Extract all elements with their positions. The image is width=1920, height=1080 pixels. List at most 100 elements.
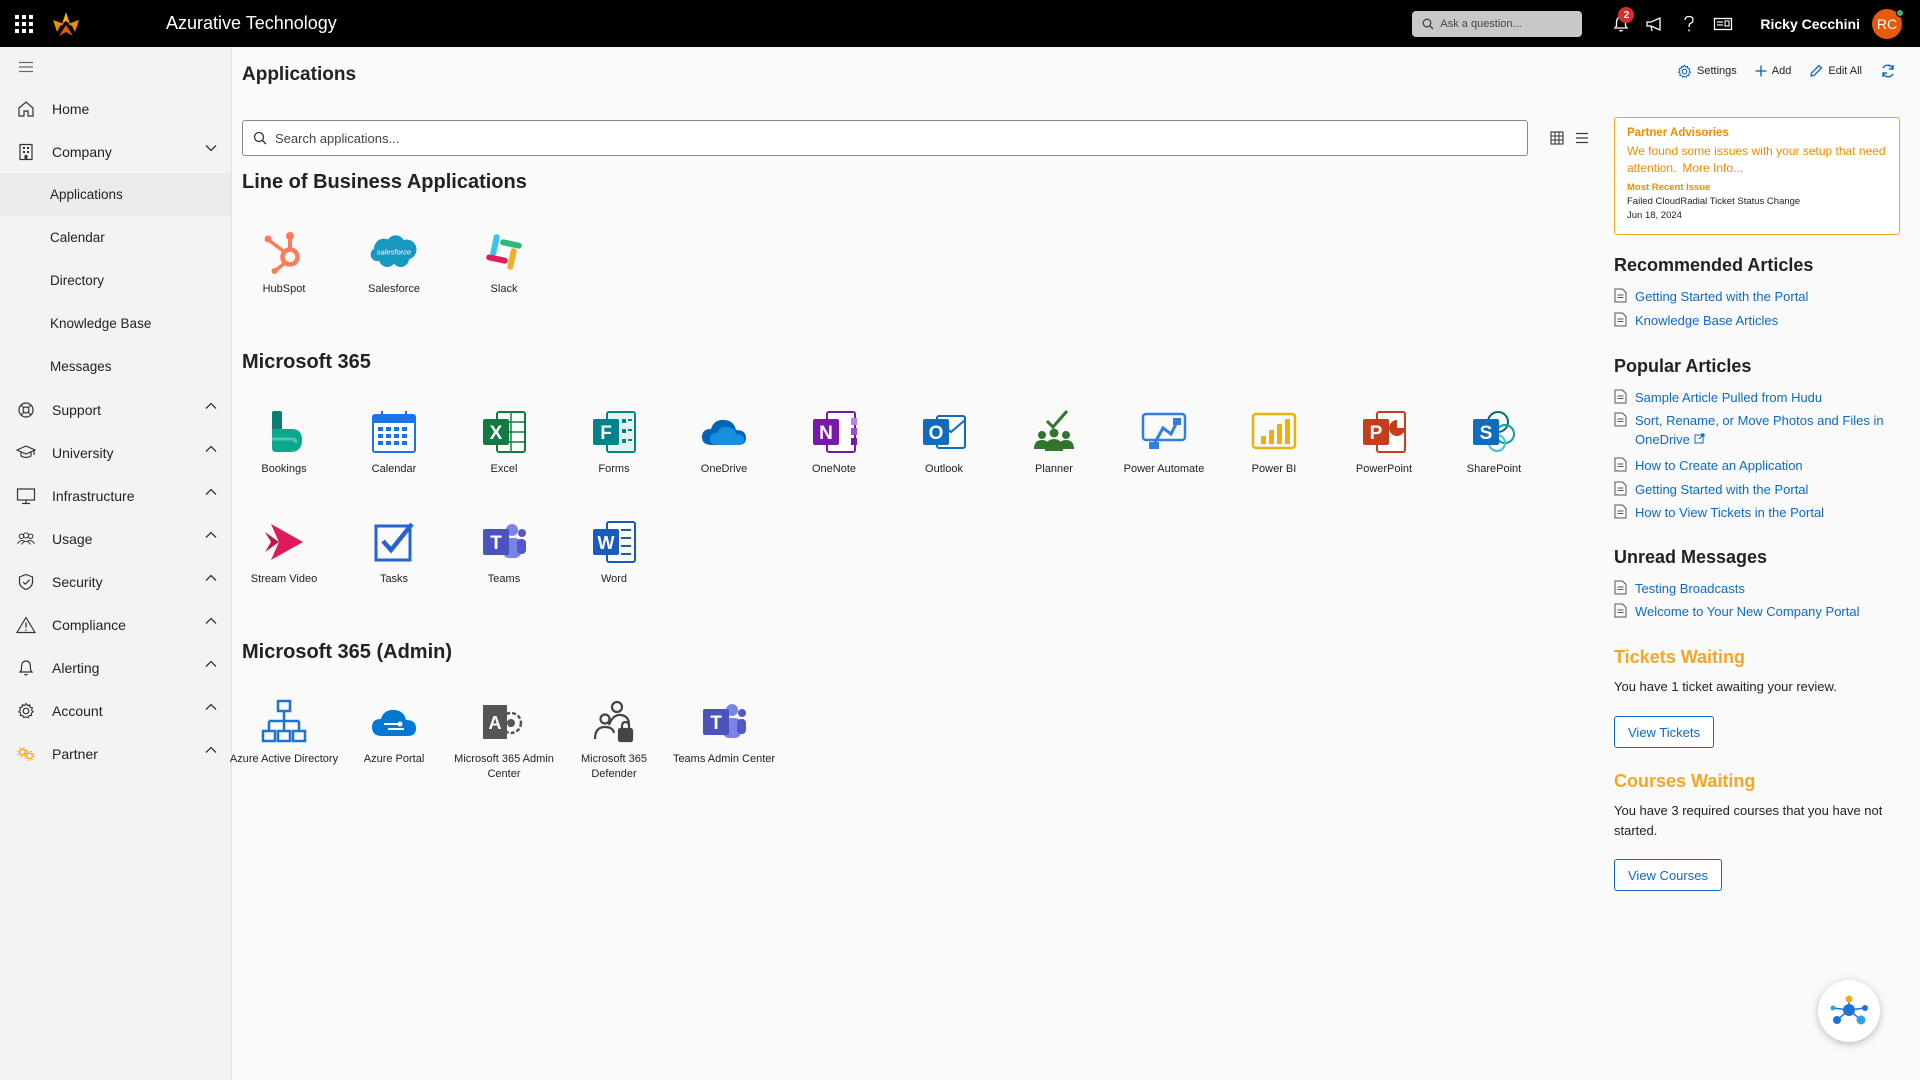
app-tile-teams-admin-center[interactable]: T Teams Admin Center <box>669 697 779 797</box>
sidebar-item-alerting[interactable]: Alerting <box>0 646 231 689</box>
company-logo[interactable] <box>48 6 84 42</box>
app-tile-calendar[interactable]: Calendar <box>339 407 449 507</box>
page-title: Applications <box>242 64 357 85</box>
link-text: Testing Broadcasts <box>1635 581 1745 596</box>
app-tile-planner[interactable]: Planner <box>999 407 1109 507</box>
app-tile-stream-video[interactable]: Stream Video <box>229 517 339 617</box>
app-tile-onedrive[interactable]: OneDrive <box>669 407 779 507</box>
add-button[interactable]: Add <box>1755 65 1791 77</box>
sidebar-item-security[interactable]: Security <box>0 560 231 603</box>
app-tile-microsoft-365-defender[interactable]: Microsoft 365 Defender <box>559 697 669 797</box>
app-tile-onenote[interactable]: N OneNote <box>779 407 889 507</box>
sidebar-sub-knowledge-base[interactable]: Knowledge Base <box>0 302 231 345</box>
sidebar-item-university[interactable]: University <box>0 431 231 474</box>
app-launcher-button[interactable] <box>0 0 48 47</box>
sidebar-item-usage[interactable]: Usage <box>0 517 231 560</box>
sidebar-item-label: University <box>52 444 114 461</box>
recommended-article-link[interactable]: Getting Started with the Portal <box>1614 287 1900 306</box>
settings-button[interactable]: Settings <box>1677 63 1737 79</box>
outlook-icon: O <box>923 415 966 449</box>
refresh-button[interactable] <box>1880 63 1896 79</box>
sidebar-item-infrastructure[interactable]: Infrastructure <box>0 474 231 517</box>
popular-article-link[interactable]: How to Create an Application <box>1614 456 1900 475</box>
app-tile-sharepoint[interactable]: S SharePoint <box>1439 407 1549 507</box>
app-tile-microsoft-365-admin-center[interactable]: A Microsoft 365 Admin Center <box>449 697 559 797</box>
app-label: Calendar <box>371 463 417 475</box>
search-bar[interactable] <box>242 120 1528 156</box>
popular-article-link[interactable]: Sample Article Pulled from Hudu <box>1614 388 1900 407</box>
document-icon <box>1614 312 1627 327</box>
sidebar-sub-calendar[interactable]: Calendar <box>0 216 231 259</box>
app-tile-forms[interactable]: F Forms <box>559 407 669 507</box>
app-tile-power-bi[interactable]: Power BI <box>1219 407 1329 507</box>
sidebar-item-label: Alerting <box>52 659 100 676</box>
teams-admin-icon: T <box>703 704 746 738</box>
app-tile-azure-portal[interactable]: Azure Portal <box>339 697 449 797</box>
app-tile-azure-active-directory[interactable]: Azure Active Directory <box>229 697 339 797</box>
notifications-button[interactable]: 2 <box>1604 0 1638 47</box>
list-view-button[interactable] <box>1573 129 1591 147</box>
avatar-initials: RC <box>1876 15 1898 32</box>
sidebar-item-company[interactable]: Company <box>0 130 231 173</box>
advisory-more-info-link[interactable]: More Info... <box>1682 161 1743 175</box>
link-text: Sort, Rename, or Move Photos and Files i… <box>1635 411 1885 449</box>
powerpoint-icon: P <box>1363 411 1406 453</box>
link-text: How to Create an Application <box>1635 458 1803 473</box>
app-tile-teams[interactable]: T Teams <box>449 517 559 617</box>
page-toolbar: Settings Add Edit All <box>1677 63 1896 79</box>
waffle-icon <box>15 14 33 33</box>
app-tile-tasks[interactable]: Tasks <box>339 517 449 617</box>
onedrive-cloud-icon <box>702 419 746 445</box>
user-avatar[interactable]: RC <box>1872 8 1904 39</box>
app-tile-word[interactable]: W Word <box>559 517 669 617</box>
hubspot-icon <box>264 232 300 274</box>
sidebar-sub-applications[interactable]: Applications <box>0 173 231 216</box>
sidebar-item-label: Compliance <box>52 616 126 633</box>
sidebar-sub-directory[interactable]: Directory <box>0 259 231 302</box>
sidebar-item-partner[interactable]: Partner <box>0 732 231 775</box>
view-courses-button[interactable]: View Courses <box>1614 859 1722 891</box>
search-applications-input[interactable] <box>275 130 1527 146</box>
app-tile-outlook[interactable]: O Outlook <box>889 407 999 507</box>
grid-view-button[interactable] <box>1548 129 1566 147</box>
unread-message-link[interactable]: Welcome to Your New Company Portal <box>1614 602 1900 621</box>
sidebar-item-support[interactable]: Support <box>0 388 231 431</box>
app-tile-bookings[interactable]: Bookings <box>229 407 339 507</box>
partner-gears-icon <box>17 746 35 761</box>
unread-message-link[interactable]: Testing Broadcasts <box>1614 579 1900 598</box>
recommended-article-link[interactable]: Knowledge Base Articles <box>1614 311 1900 330</box>
announcements-button[interactable] <box>1638 0 1672 47</box>
popular-article-link[interactable]: How to View Tickets in the Portal <box>1614 503 1900 522</box>
collapse-menu-button[interactable] <box>0 47 231 87</box>
help-button[interactable] <box>1672 0 1706 47</box>
app-tile-hubspot[interactable]: HubSpot <box>229 227 339 327</box>
assistant-chat-button[interactable] <box>1818 980 1880 1042</box>
view-tickets-button[interactable]: View Tickets <box>1614 716 1715 748</box>
edit-all-button[interactable]: Edit All <box>1809 64 1862 78</box>
sidebar-item-home[interactable]: Home <box>0 87 231 130</box>
svg-text:T: T <box>490 533 502 554</box>
app-tile-salesforce[interactable]: salesforce Salesforce <box>339 227 449 327</box>
app-tile-excel[interactable]: X Excel <box>449 407 559 507</box>
ask-placeholder: Ask a question... <box>1440 17 1522 30</box>
document-icon <box>1614 481 1627 496</box>
unread-messages-title: Unread Messages <box>1614 547 1768 567</box>
sidebar-item-label: Account <box>52 702 103 719</box>
document-icon <box>1614 412 1627 427</box>
app-tile-power-automate[interactable]: Power Automate <box>1109 407 1219 507</box>
salesforce-logo-text: salesforce <box>377 248 411 257</box>
user-name[interactable]: Ricky Cecchini <box>1760 16 1860 32</box>
app-title: Azurative Technology <box>166 13 337 33</box>
popular-article-link[interactable]: Getting Started with the Portal <box>1614 480 1900 499</box>
app-tile-powerpoint[interactable]: P PowerPoint <box>1329 407 1439 507</box>
app-label: Tasks <box>379 573 409 585</box>
ask-question-input[interactable]: Ask a question... <box>1412 10 1583 37</box>
contact-card-button[interactable] <box>1706 0 1740 47</box>
popular-article-link[interactable]: Sort, Rename, or Move Photos and Files i… <box>1614 411 1900 449</box>
sidebar-sub-messages[interactable]: Messages <box>0 345 231 388</box>
sidebar-item-account[interactable]: Account <box>0 689 231 732</box>
link-text: How to View Tickets in the Portal <box>1635 505 1825 520</box>
app-tile-slack[interactable]: Slack <box>449 227 559 327</box>
sidebar-item-compliance[interactable]: Compliance <box>0 603 231 646</box>
svg-text:P: P <box>1370 423 1383 444</box>
